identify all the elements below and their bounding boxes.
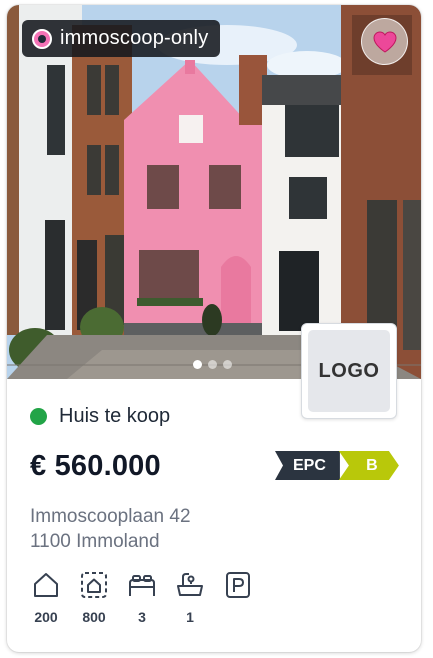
feature-bedrooms: 3 — [123, 570, 161, 625]
immoscoop-only-badge: immoscoop-only — [22, 20, 221, 57]
listing-price: € 560.000 — [30, 450, 161, 482]
status-label: Huis te koop — [59, 405, 171, 427]
epc-label-text: EPC — [275, 451, 340, 480]
favorite-button[interactable] — [361, 18, 408, 65]
photo-pagination — [193, 360, 232, 369]
immoscoop-logo-icon — [32, 28, 52, 49]
bath-icon — [175, 570, 205, 600]
listing-address: Immoscooplaan 42 1100 Immoland — [30, 504, 191, 554]
parking-icon — [223, 570, 253, 600]
feature-bathrooms: 1 — [171, 570, 209, 625]
epc-rating: B — [339, 451, 399, 480]
address-street: Immoscooplaan 42 — [30, 506, 191, 527]
badge-label: immoscoop-only — [60, 27, 209, 49]
pagination-dot[interactable] — [193, 360, 202, 369]
bed-icon — [127, 570, 157, 600]
feature-value: 3 — [138, 609, 146, 625]
listing-features: 200 800 3 1 — [27, 570, 257, 625]
epc-label: EPC B — [275, 451, 399, 480]
agency-logo-placeholder: LOGO — [308, 330, 390, 412]
feature-plot-area: 800 — [75, 570, 113, 625]
feature-value: 1 — [186, 609, 194, 625]
feature-living-area: 200 — [27, 570, 65, 625]
address-city: 1100 Immoland — [30, 531, 160, 552]
feature-value: 200 — [34, 609, 58, 625]
pagination-dot[interactable] — [208, 360, 217, 369]
plot-icon — [79, 570, 109, 600]
status-dot-icon — [30, 408, 47, 425]
house-icon — [31, 570, 61, 600]
pagination-dot[interactable] — [223, 360, 232, 369]
listing-card[interactable]: immoscoop-only LOGO Huis te koop € 560.0… — [7, 5, 421, 652]
feature-value: 800 — [82, 609, 106, 625]
agency-logo[interactable]: LOGO — [301, 323, 397, 419]
listing-status: Huis te koop — [30, 405, 170, 428]
feature-parking — [219, 570, 257, 625]
heart-icon — [372, 30, 398, 54]
